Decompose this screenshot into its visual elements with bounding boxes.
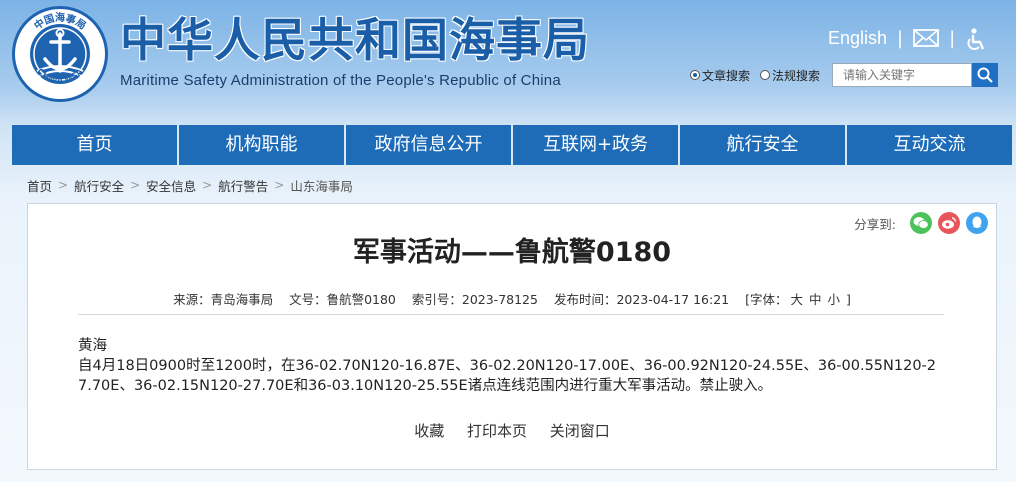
site-subtitle: Maritime Safety Administration of the Pe… — [120, 72, 561, 89]
radio-label: 法规搜索 — [772, 68, 821, 83]
breadcrumb: 首页 > 航行安全 > 安全信息 > 航行警告 > 山东海事局 — [12, 174, 1002, 196]
breadcrumb-home[interactable]: 首页 — [27, 176, 52, 195]
meta-font-close: ] — [846, 292, 851, 307]
favorite-button[interactable]: 收藏 — [414, 422, 444, 440]
search-icon — [977, 67, 993, 83]
font-size-large[interactable]: 大 — [790, 292, 803, 307]
meta-font-label: [字体： — [745, 292, 788, 307]
article-meta: 来源：青岛海事局 文号：鲁航警0180 索引号：2023-78125 发布时间：… — [28, 289, 996, 308]
breadcrumb-nav-warnings[interactable]: 航行警告 — [218, 176, 268, 195]
separator: | — [897, 27, 904, 49]
breadcrumb-sep: > — [130, 178, 141, 192]
radio-dot-checked[interactable] — [690, 70, 700, 80]
logo-text-bottom: CHINA MSA — [34, 66, 86, 86]
meta-divider — [78, 314, 944, 315]
svg-text:中国海事局: 中国海事局 — [31, 11, 88, 32]
article-body: 自4月18日0900时至1200时，在36-02.70N120-16.87E、3… — [78, 358, 937, 394]
english-link[interactable]: English — [828, 28, 887, 49]
print-button[interactable]: 打印本页 — [467, 422, 527, 440]
search-input[interactable] — [832, 63, 973, 87]
logo-text-top: 中国海事局 — [31, 11, 88, 32]
close-window-button[interactable]: 关闭窗口 — [550, 422, 610, 440]
radio-article-search[interactable]: 文章搜索 — [690, 67, 750, 84]
accessibility-icon[interactable] — [965, 28, 991, 50]
site-header: 中国海事局 CHINA MSA 中华人民共和国海事局 Maritime Safe… — [0, 0, 1016, 124]
svg-text:CHINA MSA: CHINA MSA — [34, 66, 86, 86]
article-panel: 分享到: 军事活动——鲁航警0180 来源：青岛海事局 文号：鲁航警0180 索… — [27, 203, 997, 470]
nav-item-gov-info[interactable]: 政府信息公开 — [346, 125, 513, 165]
main-nav: 首页 机构职能 政府信息公开 互联网+政务 航行安全 互动交流 — [12, 125, 1012, 165]
msa-logo[interactable]: 中国海事局 CHINA MSA — [12, 6, 108, 102]
breadcrumb-safety-info[interactable]: 安全信息 — [146, 176, 196, 195]
breadcrumb-sep: > — [202, 178, 213, 192]
meta-doc-no: 文号：鲁航警0180 — [289, 292, 396, 307]
article-actions: 收藏 打印本页 关闭窗口 — [28, 420, 996, 441]
nav-item-interaction[interactable]: 互动交流 — [847, 125, 1012, 165]
article-title: 军事活动——鲁航警0180 — [352, 237, 672, 268]
radio-label: 文章搜索 — [702, 68, 751, 83]
nav-item-navigation-safety[interactable]: 航行安全 — [680, 125, 847, 165]
font-size-small[interactable]: 小 — [828, 292, 841, 307]
article-content: 黄海 自4月18日0900时至1200时，在36-02.70N120-16.87… — [78, 336, 948, 396]
article-region: 黄海 — [78, 338, 107, 354]
top-links: English | | — [828, 24, 991, 52]
nav-item-internet-gov[interactable]: 互联网+政务 — [513, 125, 680, 165]
nav-item-home[interactable]: 首页 — [12, 125, 179, 165]
nav-item-functions[interactable]: 机构职能 — [179, 125, 346, 165]
separator: | — [949, 27, 956, 49]
radio-dot[interactable] — [760, 70, 771, 80]
search-button[interactable] — [972, 63, 999, 87]
font-size-medium[interactable]: 中 — [809, 292, 822, 307]
mail-icon[interactable] — [913, 28, 940, 48]
site-title[interactable]: 中华人民共和国海事局 — [120, 12, 590, 68]
breadcrumb-sep: > — [274, 178, 285, 192]
logo-ring-text: 中国海事局 CHINA MSA — [31, 11, 88, 86]
breadcrumb-navigation-safety[interactable]: 航行安全 — [74, 176, 124, 195]
breadcrumb-shandong-msa[interactable]: 山东海事局 — [290, 176, 353, 195]
meta-publish-time: 发布时间：2023-04-17 16:21 — [553, 292, 730, 307]
meta-index-no: 索引号：2023-78125 — [411, 292, 538, 307]
meta-source: 来源：青岛海事局 — [173, 292, 274, 307]
search-area: 文章搜索 法规搜索 — [690, 62, 999, 88]
radio-regulation-search[interactable]: 法规搜索 — [760, 67, 820, 84]
breadcrumb-sep: > — [58, 178, 69, 192]
